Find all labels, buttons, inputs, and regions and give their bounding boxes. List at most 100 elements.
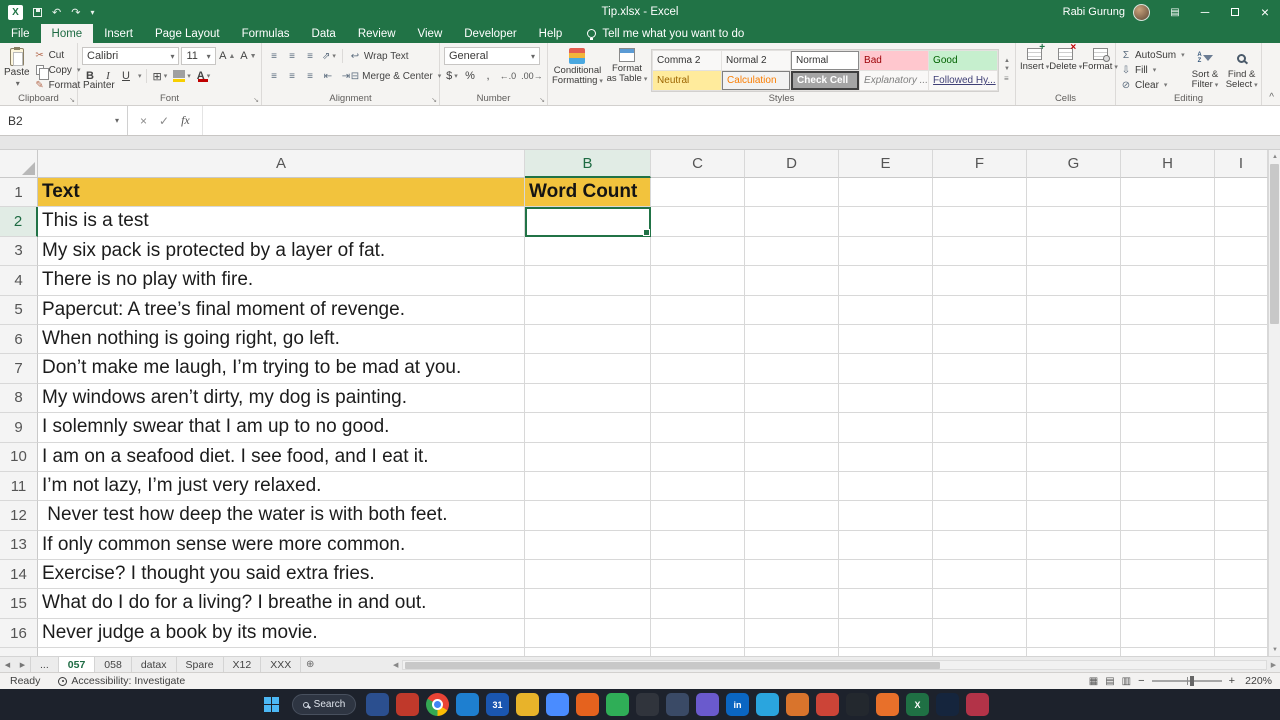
- add-sheet-button[interactable]: ⊕: [301, 657, 319, 672]
- cell-e15[interactable]: [839, 589, 933, 619]
- align-left-button[interactable]: ≡: [266, 67, 282, 85]
- ribbon-tab-formulas[interactable]: Formulas: [231, 24, 301, 43]
- cell-i12[interactable]: [1215, 501, 1268, 531]
- cell-e8[interactable]: [839, 383, 933, 414]
- clear-button[interactable]: ⊘ Clear ▾: [1120, 78, 1185, 92]
- ribbon-tab-page-layout[interactable]: Page Layout: [144, 24, 231, 43]
- taskbar-app-photoshop[interactable]: [936, 693, 959, 716]
- start-button[interactable]: [258, 692, 284, 718]
- undo-button[interactable]: ↶: [52, 6, 61, 19]
- cell-i14[interactable]: [1215, 560, 1268, 590]
- ribbon-tab-file[interactable]: File: [0, 24, 41, 43]
- cell-b12[interactable]: [525, 501, 651, 531]
- taskbar-app-outlook[interactable]: [366, 693, 389, 716]
- cell-d1[interactable]: [745, 178, 839, 208]
- cell-g3[interactable]: [1027, 236, 1121, 267]
- scroll-down-icon[interactable]: ▼: [1269, 643, 1280, 656]
- save-button[interactable]: [33, 7, 42, 17]
- row-header-4[interactable]: 4: [0, 266, 38, 296]
- cell-i1[interactable]: [1215, 178, 1268, 208]
- cell-c3[interactable]: [651, 236, 745, 267]
- cell-h9[interactable]: [1121, 413, 1215, 443]
- cell-g1[interactable]: [1027, 178, 1121, 208]
- minimize-button[interactable]: ─: [1190, 0, 1220, 24]
- cell-a8[interactable]: My windows aren’t dirty, my dog is paint…: [38, 383, 525, 414]
- cell-b11[interactable]: [525, 471, 651, 502]
- cell-h15[interactable]: [1121, 589, 1215, 619]
- quick-access-dropdown-icon[interactable]: ▾: [90, 8, 94, 17]
- cell-i15[interactable]: [1215, 589, 1268, 619]
- cell-d13[interactable]: [745, 530, 839, 561]
- cell-d17[interactable]: [745, 648, 839, 656]
- wrap-text-button[interactable]: ↩ Wrap Text: [347, 47, 411, 65]
- cell-d7[interactable]: [745, 354, 839, 384]
- column-header-h[interactable]: H: [1121, 150, 1215, 178]
- taskbar-app-calendar[interactable]: 31: [486, 693, 509, 716]
- cell-f13[interactable]: [933, 530, 1027, 561]
- cell-e5[interactable]: [839, 295, 933, 325]
- cell-h7[interactable]: [1121, 354, 1215, 384]
- taskbar-app-github[interactable]: [846, 693, 869, 716]
- row-header-5[interactable]: 5: [0, 295, 38, 325]
- cell-d6[interactable]: [745, 324, 839, 355]
- cell-f10[interactable]: [933, 442, 1027, 472]
- cell-i3[interactable]: [1215, 236, 1268, 267]
- maximize-button[interactable]: [1220, 0, 1250, 24]
- cell-g16[interactable]: [1027, 618, 1121, 649]
- zoom-in-button[interactable]: +: [1229, 675, 1235, 687]
- row-header-17[interactable]: 17: [0, 648, 38, 656]
- ribbon-tab-insert[interactable]: Insert: [93, 24, 144, 43]
- style-normal-2[interactable]: Normal 2: [722, 51, 791, 70]
- cell-b17[interactable]: [525, 648, 651, 656]
- cell-c5[interactable]: [651, 295, 745, 325]
- row-header-1[interactable]: 1: [0, 178, 38, 208]
- cell-h17[interactable]: [1121, 648, 1215, 656]
- ribbon-display-options-button[interactable]: ▤: [1160, 0, 1190, 24]
- cell-g7[interactable]: [1027, 354, 1121, 384]
- cell-e3[interactable]: [839, 236, 933, 267]
- row-header-6[interactable]: 6: [0, 324, 38, 355]
- ribbon-tab-data[interactable]: Data: [301, 24, 347, 43]
- style-comma-2[interactable]: Comma 2: [653, 51, 722, 70]
- cell-a15[interactable]: What do I do for a living? I breathe in …: [38, 589, 525, 619]
- taskbar-app-gmail[interactable]: [816, 693, 839, 716]
- vertical-scroll-thumb[interactable]: [1270, 164, 1279, 324]
- taskbar-app-photos[interactable]: [396, 693, 419, 716]
- cell-g11[interactable]: [1027, 471, 1121, 502]
- cell-b16[interactable]: [525, 618, 651, 649]
- cell-g9[interactable]: [1027, 413, 1121, 443]
- cell-h8[interactable]: [1121, 383, 1215, 414]
- ribbon-tab-view[interactable]: View: [407, 24, 454, 43]
- font-color-button[interactable]: A ▾: [195, 67, 212, 85]
- zoom-level[interactable]: 220%: [1242, 675, 1272, 687]
- cell-c6[interactable]: [651, 324, 745, 355]
- cell-f17[interactable]: [933, 648, 1027, 656]
- column-header-e[interactable]: E: [839, 150, 933, 178]
- cell-a1[interactable]: Text: [38, 178, 525, 208]
- row-header-12[interactable]: 12: [0, 501, 38, 531]
- cell-d5[interactable]: [745, 295, 839, 325]
- fill-color-button[interactable]: ▾: [171, 67, 193, 85]
- italic-button[interactable]: I: [100, 67, 116, 85]
- align-top-button[interactable]: ≡: [266, 47, 282, 65]
- sheet-prev-button[interactable]: ◀: [0, 657, 15, 672]
- align-bottom-button[interactable]: ≡: [302, 47, 318, 65]
- style-followed-hy[interactable]: Followed Hy...: [929, 71, 998, 90]
- cell-i7[interactable]: [1215, 354, 1268, 384]
- style-bad[interactable]: Bad: [860, 51, 929, 70]
- decrease-decimal-button[interactable]: [520, 67, 544, 85]
- cell-i9[interactable]: [1215, 413, 1268, 443]
- style-explanatory[interactable]: Explanatory ...: [860, 71, 929, 90]
- merge-center-button[interactable]: ⊟ Merge & Center ▾: [351, 67, 442, 85]
- cell-e1[interactable]: [839, 178, 933, 208]
- row-header-16[interactable]: 16: [0, 618, 38, 649]
- cell-a7[interactable]: Don’t make me laugh, I’m trying to be ma…: [38, 354, 525, 384]
- row-header-9[interactable]: 9: [0, 413, 38, 443]
- cell-i16[interactable]: [1215, 618, 1268, 649]
- cell-c1[interactable]: [651, 178, 745, 208]
- collapse-ribbon-button[interactable]: ^: [1269, 92, 1274, 103]
- cell-c2[interactable]: [651, 207, 745, 237]
- cell-b4[interactable]: [525, 266, 651, 296]
- row-header-8[interactable]: 8: [0, 383, 38, 414]
- cell-g5[interactable]: [1027, 295, 1121, 325]
